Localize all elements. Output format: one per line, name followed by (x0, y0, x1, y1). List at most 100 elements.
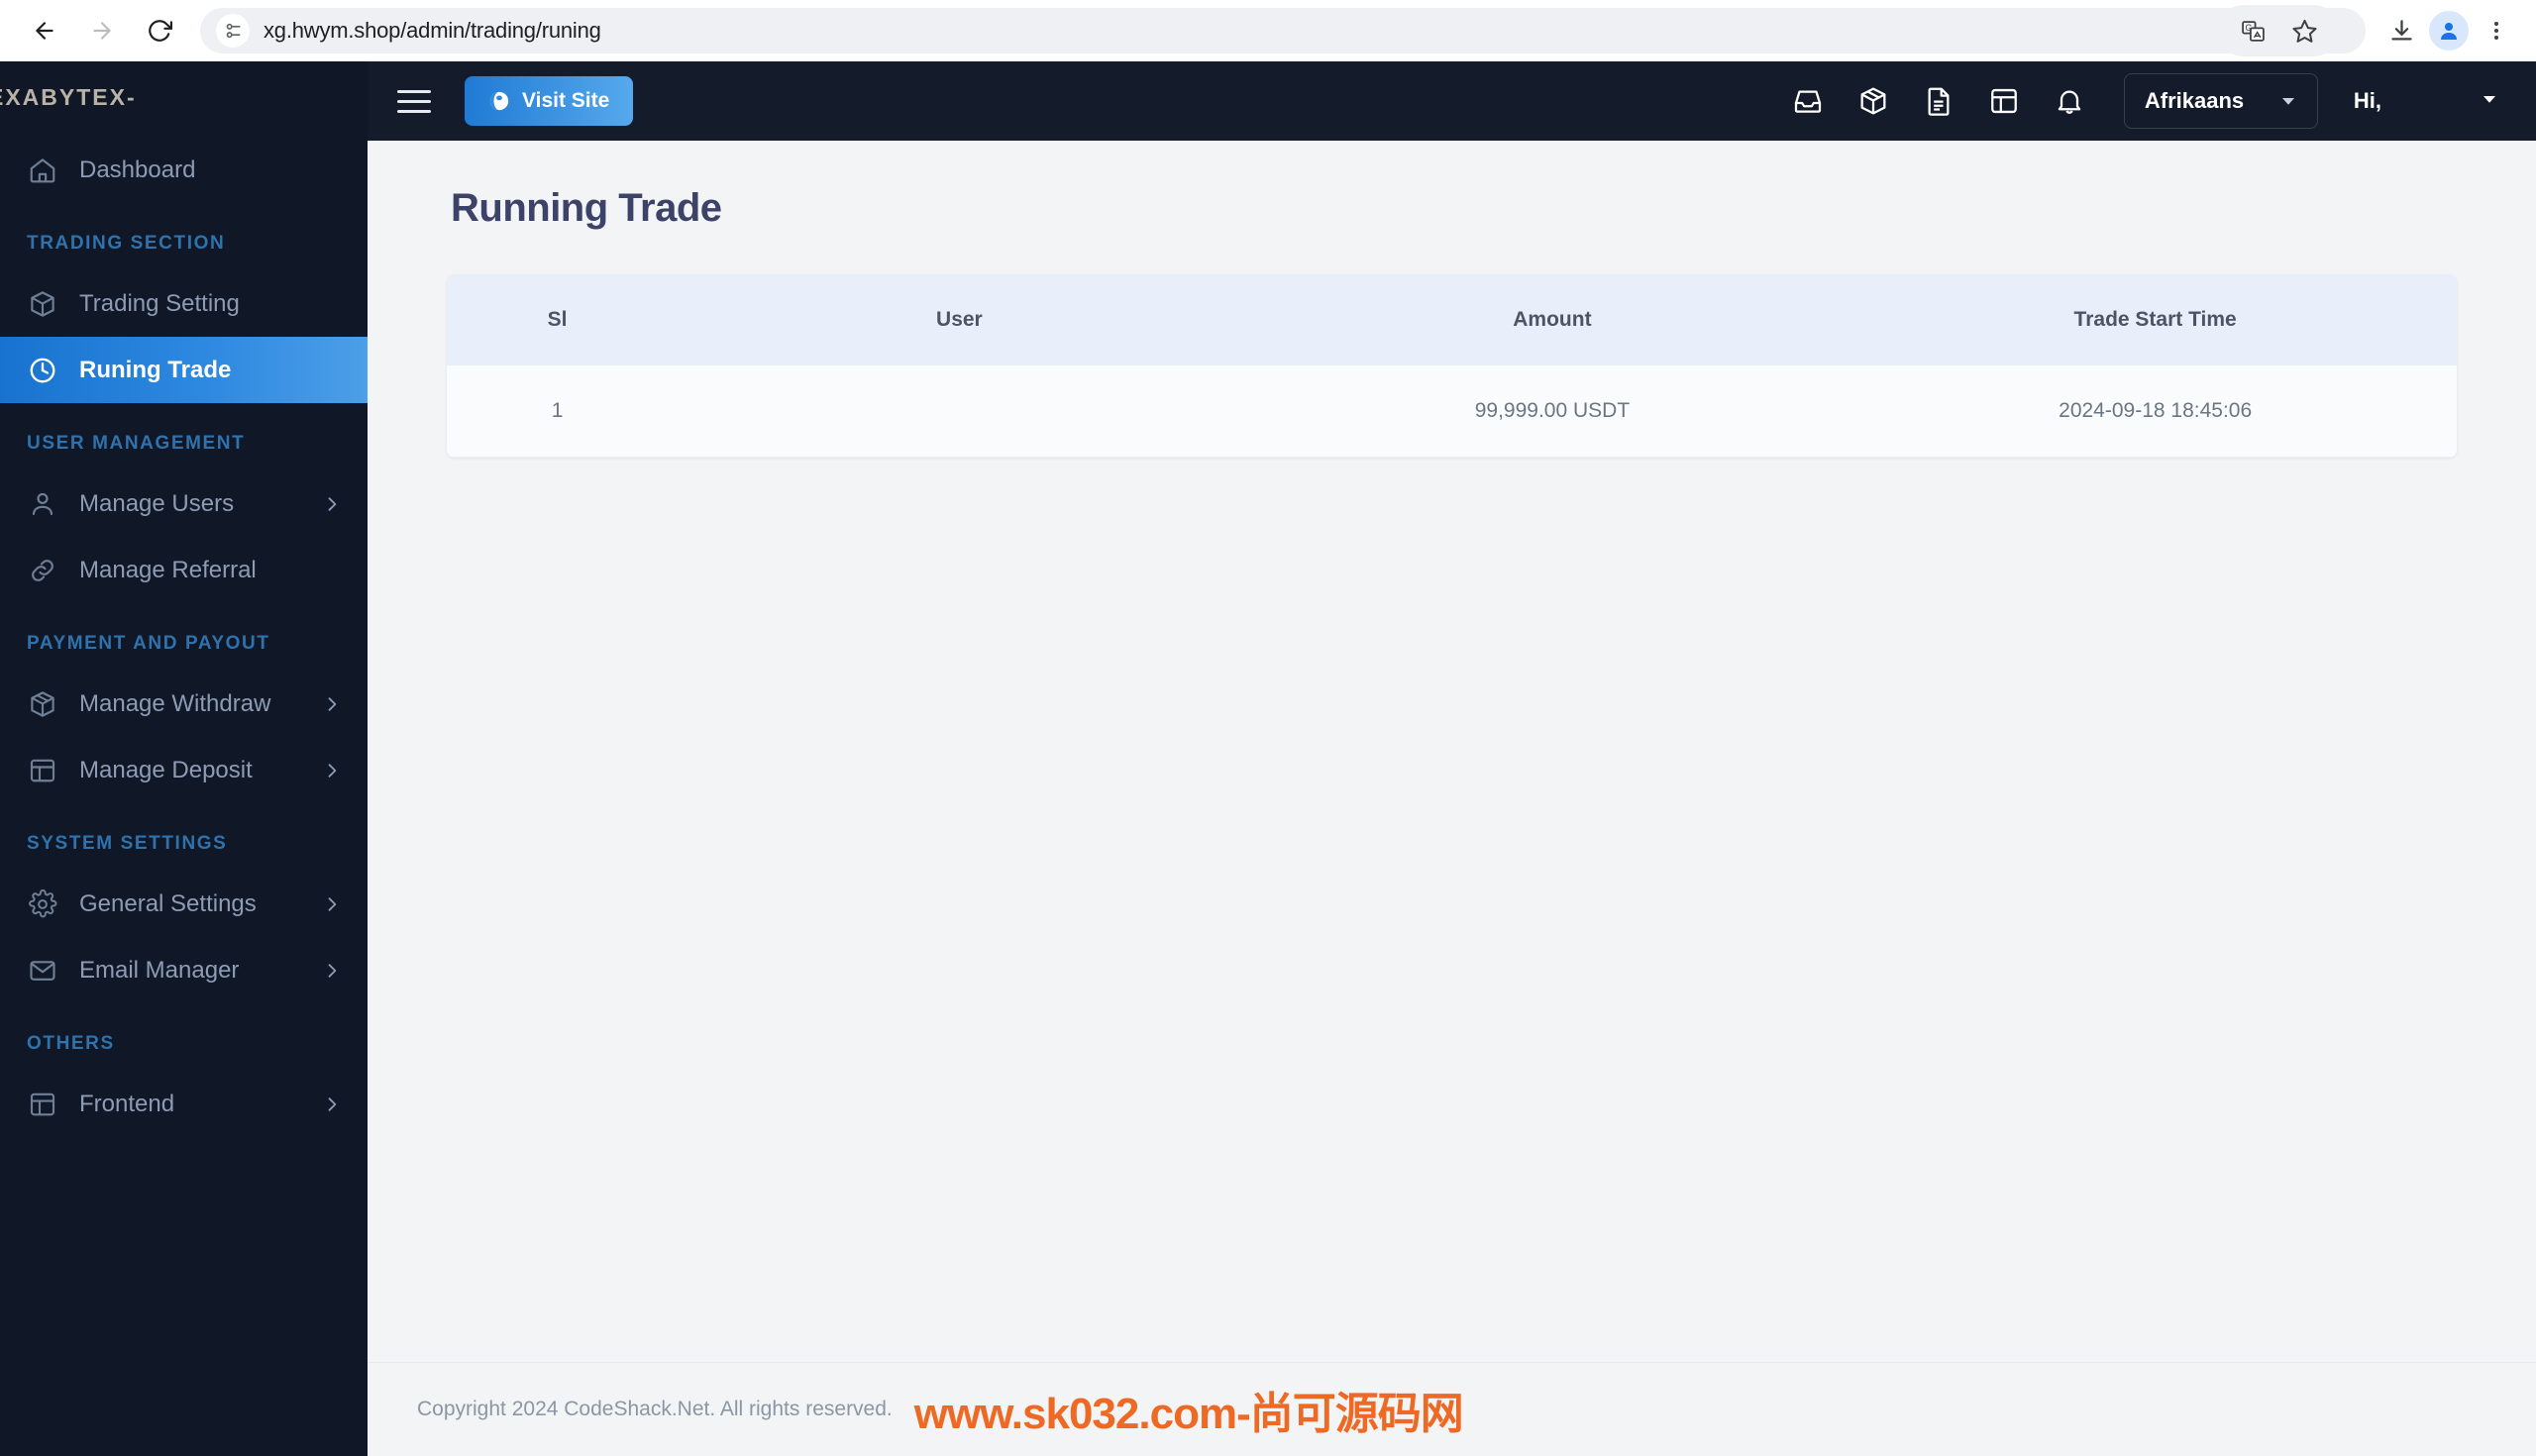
omnibox-actions: G (2221, 5, 2336, 56)
profile-avatar-icon (2429, 11, 2469, 51)
cell-sl: 1 (447, 365, 669, 458)
layout-icon (27, 1089, 58, 1120)
sidebar-item-label: Dashboard (79, 156, 196, 183)
table-head: Sl User Amount Trade Start Time (447, 274, 2457, 365)
sidebar-item-manage-withdraw[interactable]: Manage Withdraw (0, 671, 368, 737)
forward-arrow-icon (93, 22, 111, 40)
column-header-user: User (936, 308, 983, 331)
table-icon (27, 755, 58, 786)
bell-icon (2058, 90, 2081, 114)
site-settings-button[interactable] (216, 14, 250, 48)
sidebar-item-label: Manage Withdraw (79, 689, 271, 717)
sidebar-item-runing-trade[interactable]: Runing Trade (0, 337, 368, 403)
language-selected-label: Afrikaans (2144, 88, 2245, 113)
language-selector[interactable]: Afrikaans (2123, 73, 2318, 129)
copyright-text: Copyright 2024 CodeShack.Net. All rights… (417, 1398, 893, 1420)
chevron-right-icon (322, 494, 342, 514)
translate-icon: G (2241, 20, 2265, 42)
cell-amount: 99,999.00 USDT (1250, 365, 1854, 458)
gear-icon (27, 888, 58, 920)
table-body: 1 99,999.00 USDT 2024-09-18 18:45:06 (447, 365, 2457, 458)
page-title: Running Trade (451, 186, 722, 230)
chevron-down-icon (2281, 98, 2294, 105)
sidebar-item-frontend[interactable]: Frontend (0, 1071, 368, 1137)
forward-button[interactable] (75, 4, 129, 57)
page-content: Running Trade Sl User Amount Trade Start… (368, 141, 2536, 1362)
bookmark-button[interactable] (2282, 9, 2326, 52)
watermark-text: www.sk032.com-尚可源码网 (913, 1390, 1464, 1438)
sidebar-item-label: General Settings (79, 889, 257, 917)
inbox-button[interactable] (1775, 68, 1841, 134)
table-button[interactable] (1971, 68, 2037, 134)
column-header-sl: Sl (547, 308, 568, 331)
url-text: xg.hwym.shop/admin/trading/runing (264, 18, 601, 43)
running-trade-card: Sl User Amount Trade Start Time 1 99,999… (447, 274, 2457, 458)
sidebar-item-dashboard[interactable]: Dashboard (0, 137, 368, 203)
notifications-button[interactable] (2037, 68, 2102, 134)
sidebar-item-trading-setting[interactable]: Trading Setting (0, 270, 368, 337)
document-button[interactable] (1906, 68, 1971, 134)
main-region: Visit Site Afrikaans Hi, Running Trade S… (368, 61, 2536, 1456)
sidebar-section-system-settings: SYSTEM SETTINGS (27, 833, 228, 854)
chevron-down-icon (2481, 88, 2498, 114)
sidebar-item-general-settings[interactable]: General Settings (0, 871, 368, 937)
site-settings-icon (226, 23, 241, 39)
sidebar-brand: EXABYTEX- (0, 83, 137, 110)
profile-button[interactable] (2427, 9, 2471, 52)
reload-button[interactable] (133, 4, 186, 57)
column-header-amount: Amount (1513, 308, 1592, 331)
chevron-right-icon (322, 761, 342, 780)
visit-site-button[interactable]: Visit Site (465, 76, 634, 126)
svg-text:G: G (2245, 23, 2252, 33)
download-button[interactable] (2379, 9, 2423, 52)
sidebar-item-label: Runing Trade (79, 356, 232, 383)
chevron-right-icon (322, 694, 342, 714)
chevron-right-icon (322, 1094, 342, 1114)
sidebar-section-others: OTHERS (27, 1033, 115, 1054)
sidebar-item-email-manager[interactable]: Email Manager (0, 937, 368, 1003)
browser-menu-button[interactable] (2475, 9, 2518, 52)
app-shell: EXABYTEX- Dashboard TRADING SECTION Trad… (0, 61, 2536, 1456)
envelope-icon (27, 955, 58, 987)
user-icon (27, 488, 58, 520)
sidebar-item-label: Email Manager (79, 956, 240, 984)
cell-trade-start-time: 2024-09-18 18:45:06 (1853, 365, 2457, 458)
sidebar-section-payment-payout: PAYMENT AND PAYOUT (27, 633, 270, 654)
sidebar-item-label: Manage Users (79, 489, 235, 517)
sidebar-section-user-management: USER MANAGEMENT (27, 433, 246, 454)
link-icon (27, 555, 58, 586)
back-arrow-icon (36, 22, 53, 40)
translate-button[interactable]: G (2231, 9, 2274, 52)
table-icon (1991, 88, 2017, 114)
address-bar[interactable]: xg.hwym.shop/admin/trading/runing G (200, 5, 2366, 56)
sidebar-item-label: Manage Referral (79, 556, 257, 583)
column-header-trade-start-time: Trade Start Time (2073, 308, 2237, 331)
browser-toolbar: xg.hwym.shop/admin/trading/runing G (0, 0, 2536, 61)
sidebar-item-manage-deposit[interactable]: Manage Deposit (0, 737, 368, 803)
sidebar-item-manage-referral[interactable]: Manage Referral (0, 537, 368, 603)
back-button[interactable] (18, 4, 71, 57)
admin-topbar: Visit Site Afrikaans Hi, (368, 61, 2536, 141)
cell-user (668, 365, 1251, 458)
sidebar-item-manage-users[interactable]: Manage Users (0, 470, 368, 537)
chevron-right-icon (322, 961, 342, 981)
home-icon (27, 155, 58, 186)
reload-icon (149, 20, 172, 42)
sidebar-nav: Dashboard TRADING SECTION Trading Settin… (0, 133, 368, 1137)
inbox-icon (1794, 90, 1822, 113)
sidebar-item-label: Manage Deposit (79, 756, 253, 783)
document-icon (1928, 87, 1950, 116)
three-dot-menu-icon (2494, 22, 2498, 40)
table-row: 1 99,999.00 USDT 2024-09-18 18:45:06 (447, 365, 2457, 458)
table-header-row: Sl User Amount Trade Start Time (447, 274, 2457, 365)
sidebar-item-label: Frontend (79, 1090, 175, 1117)
package-button[interactable] (1841, 68, 1906, 134)
star-icon (2291, 19, 2317, 43)
footer: Copyright 2024 CodeShack.Net. All rights… (368, 1362, 2536, 1456)
box-icon (27, 288, 58, 320)
hamburger-icon[interactable] (397, 78, 443, 124)
user-menu[interactable]: Hi, (2354, 88, 2498, 114)
running-trade-table: Sl User Amount Trade Start Time 1 99,999… (447, 274, 2457, 458)
package-icon (1860, 87, 1886, 115)
sidebar-item-label: Trading Setting (79, 289, 240, 317)
